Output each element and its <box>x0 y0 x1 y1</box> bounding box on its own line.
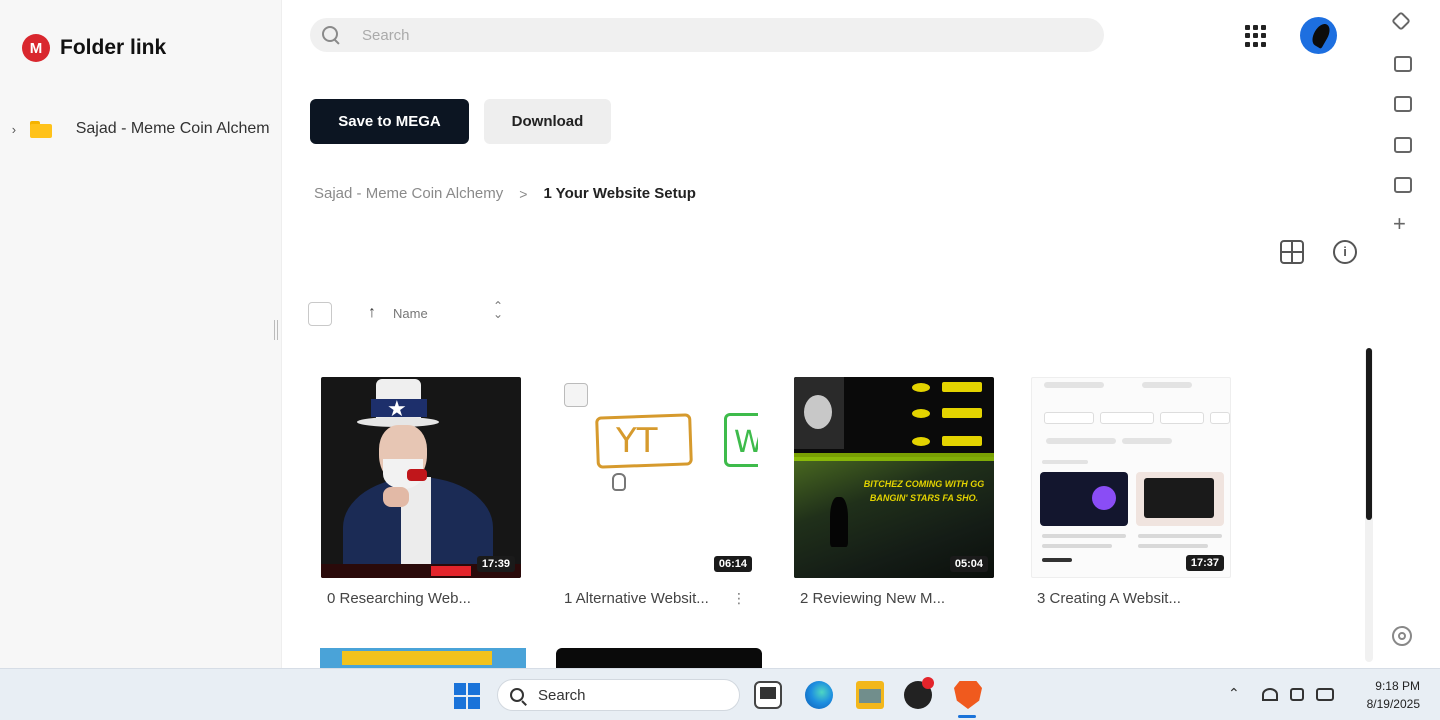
breadcrumb: Sajad - Meme Coin Alchemy > 1 Your Websi… <box>314 185 696 202</box>
windows-start-icon[interactable] <box>454 683 480 709</box>
apps-grid-icon[interactable] <box>1245 25 1267 47</box>
wifi-icon[interactable] <box>1262 688 1278 701</box>
mega-logo-icon: M <box>22 34 50 62</box>
active-app-indicator <box>958 715 976 718</box>
search-bar[interactable] <box>310 18 1104 52</box>
taskbar-search[interactable]: Search <box>497 679 740 711</box>
sidebar: M Folder link › Sajad - Meme Coin Alchem… <box>0 0 282 668</box>
wallet-icon[interactable] <box>1394 96 1412 112</box>
clock-time: 9:18 PM <box>1375 679 1420 693</box>
video-duration: 06:14 <box>713 556 752 572</box>
sort-toggle-icon[interactable]: ⌃ ⌄ <box>492 300 504 320</box>
windows-taskbar: Search ⌃ 9:18 PM 8/19/2025 <box>0 668 1440 720</box>
sidebar-item-label: Sajad - Meme Coin Alchemy <box>75 120 270 137</box>
reader-icon[interactable] <box>1394 177 1412 193</box>
avatar[interactable] <box>1300 17 1337 54</box>
file-tile[interactable]: 17:37 3 Creating A Websit... <box>1031 377 1231 607</box>
gear-icon[interactable] <box>1392 626 1412 646</box>
thumb-meme-caption: BITCHEZ COMING WITH GG BANGIN' STARS FA … <box>863 479 985 503</box>
brave-browser-icon[interactable] <box>954 681 982 709</box>
video-duration: 17:39 <box>476 556 515 572</box>
video-thumbnail[interactable]: BITCHEZ COMING WITH GG BANGIN' STARS FA … <box>794 377 994 578</box>
file-tile[interactable]: YT W 06:14 1 Alternative Websit... ⋮ <box>558 377 758 607</box>
info-icon[interactable]: i <box>1333 240 1357 264</box>
file-name[interactable]: 1 Alternative Websit... <box>558 590 758 607</box>
file-name[interactable]: 2 Reviewing New M... <box>794 590 994 607</box>
breadcrumb-current: 1 Your Website Setup <box>543 185 696 202</box>
right-rail: + <box>1380 0 1440 668</box>
video-thumbnail[interactable]: 17:37 <box>1031 377 1231 578</box>
chatgpt-app-icon[interactable] <box>904 677 934 709</box>
pin-icon[interactable] <box>1391 11 1411 31</box>
sidebar-item-root-folder[interactable]: › Sajad - Meme Coin Alchemy <box>8 114 270 144</box>
select-all-checkbox[interactable] <box>308 302 332 326</box>
video-duration: 05:04 <box>949 556 988 572</box>
file-select-checkbox[interactable] <box>564 383 588 407</box>
edge-browser-icon[interactable] <box>805 681 833 709</box>
video-thumbnail[interactable]: ★ 17:39 <box>321 377 521 578</box>
file-explorer-icon[interactable] <box>856 681 884 709</box>
more-options-icon[interactable]: ⋮ <box>732 590 746 607</box>
battery-icon[interactable] <box>1316 688 1334 701</box>
save-to-mega-button[interactable]: Save to MEGA <box>310 99 469 144</box>
tray-overflow-icon[interactable]: ⌃ <box>1228 685 1240 702</box>
file-tile-partial[interactable] <box>556 648 762 668</box>
video-duration: 17:37 <box>1185 555 1224 571</box>
download-button[interactable]: Download <box>484 99 611 144</box>
sidebar-resize-handle[interactable] <box>274 320 278 340</box>
sort-name-label[interactable]: Name <box>393 306 428 321</box>
file-tile-partial[interactable] <box>320 648 526 668</box>
file-tile[interactable]: BITCHEZ COMING WITH GG BANGIN' STARS FA … <box>794 377 994 607</box>
thumb-w-text: W <box>734 425 758 460</box>
grid-view-icon[interactable] <box>1280 240 1304 264</box>
task-view-icon[interactable] <box>754 681 782 709</box>
taskbar-search-label: Search <box>538 686 586 704</box>
pointer-cursor-icon <box>612 473 626 491</box>
chevron-right-icon[interactable]: › <box>8 122 20 137</box>
video-thumbnail[interactable]: YT W 06:14 <box>558 377 758 578</box>
search-icon <box>322 26 340 44</box>
mail-icon[interactable] <box>1394 56 1412 72</box>
mega-folder-link-app: M Folder link › Sajad - Meme Coin Alchem… <box>0 0 1440 668</box>
thumb-yt-text: YT <box>616 421 658 461</box>
speaker-icon[interactable] <box>1290 688 1304 701</box>
add-icon[interactable]: + <box>1393 213 1406 235</box>
scrollbar-thumb[interactable] <box>1366 348 1372 520</box>
sort-arrow-up-icon[interactable]: ↑ <box>368 304 376 322</box>
folder-icon <box>29 120 52 138</box>
breadcrumb-parent[interactable]: Sajad - Meme Coin Alchemy <box>314 185 503 202</box>
search-icon <box>510 688 524 702</box>
save-icon[interactable] <box>1394 137 1412 153</box>
clock-date: 8/19/2025 <box>1366 697 1420 711</box>
file-name[interactable]: 3 Creating A Websit... <box>1031 590 1231 607</box>
search-input[interactable] <box>362 26 1062 44</box>
clock[interactable]: 9:18 PM 8/19/2025 <box>1350 677 1420 713</box>
file-name[interactable]: 0 Researching Web... <box>321 590 521 607</box>
sidebar-title: Folder link <box>60 36 167 59</box>
brand: M Folder link <box>22 34 166 62</box>
file-tile[interactable]: ★ 17:39 0 Researching Web... <box>321 377 521 607</box>
breadcrumb-separator: > <box>519 185 528 202</box>
